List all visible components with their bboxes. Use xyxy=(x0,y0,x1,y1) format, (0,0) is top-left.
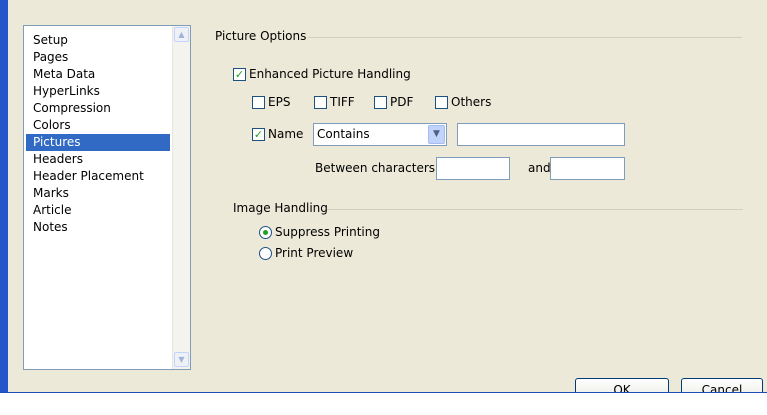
list-item-pictures[interactable]: Pictures xyxy=(26,134,170,151)
list-item-header-placement[interactable]: Header Placement xyxy=(26,168,170,185)
picture-options-divider xyxy=(308,37,742,38)
list-item-headers[interactable]: Headers xyxy=(26,151,170,168)
dialog-window: Setup Pages Meta Data HyperLinks Compres… xyxy=(0,0,767,415)
suppress-printing-radio[interactable] xyxy=(259,226,272,239)
scroll-down-button[interactable]: ▼ xyxy=(174,352,189,367)
list-item-colors[interactable]: Colors xyxy=(26,117,170,134)
pdf-label: PDF xyxy=(390,95,414,109)
print-preview-label: Print Preview xyxy=(275,246,354,260)
list-item-notes[interactable]: Notes xyxy=(26,219,170,236)
bottom-white-band xyxy=(0,393,767,415)
name-label: Name xyxy=(268,127,304,141)
list-item-article[interactable]: Article xyxy=(26,202,170,219)
list-item-compression[interactable]: Compression xyxy=(26,100,170,117)
scroll-up-button[interactable]: ▲ xyxy=(174,27,189,42)
list-item-marks[interactable]: Marks xyxy=(26,185,170,202)
others-checkbox[interactable] xyxy=(435,96,448,109)
name-text-input[interactable] xyxy=(457,123,625,146)
tiff-label: TIFF xyxy=(330,95,355,109)
list-item-hyperlinks[interactable]: HyperLinks xyxy=(26,83,170,100)
checkmark-icon: ✓ xyxy=(253,128,264,141)
tiff-checkbox[interactable] xyxy=(314,96,327,109)
picture-options-title: Picture Options xyxy=(215,29,307,43)
image-handling-divider xyxy=(327,209,743,210)
others-label: Others xyxy=(451,95,492,109)
list-item-pages[interactable]: Pages xyxy=(26,49,170,66)
list-item-setup[interactable]: Setup xyxy=(26,32,170,49)
and-label: and xyxy=(528,161,551,175)
window-left-border xyxy=(0,0,8,393)
chevron-down-icon: ▼ xyxy=(433,129,440,139)
chevron-down-icon: ▼ xyxy=(178,355,185,364)
radio-selected-dot xyxy=(263,230,268,235)
between-characters-label: Between characters xyxy=(315,161,436,175)
between-from-input[interactable] xyxy=(436,157,510,180)
image-handling-title: Image Handling xyxy=(233,201,328,215)
category-list[interactable]: Setup Pages Meta Data HyperLinks Compres… xyxy=(23,25,191,370)
chevron-up-icon: ▲ xyxy=(178,30,185,39)
name-match-select[interactable]: Contains ▼ xyxy=(313,123,447,146)
print-preview-radio[interactable] xyxy=(259,247,272,260)
list-scrollbar[interactable]: ▲ ▼ xyxy=(172,26,190,369)
pdf-checkbox[interactable] xyxy=(374,96,387,109)
between-to-input[interactable] xyxy=(550,157,625,180)
enhanced-picture-handling-checkbox[interactable]: ✓ xyxy=(233,68,246,81)
name-checkbox[interactable]: ✓ xyxy=(252,128,265,141)
name-match-value: Contains xyxy=(317,127,370,141)
dropdown-button[interactable]: ▼ xyxy=(428,125,445,144)
eps-checkbox[interactable] xyxy=(252,96,265,109)
enhanced-picture-handling-label: Enhanced Picture Handling xyxy=(249,67,411,81)
checkmark-icon: ✓ xyxy=(234,68,245,81)
suppress-printing-label: Suppress Printing xyxy=(275,225,380,239)
list-item-meta-data[interactable]: Meta Data xyxy=(26,66,170,83)
eps-label: EPS xyxy=(268,95,291,109)
